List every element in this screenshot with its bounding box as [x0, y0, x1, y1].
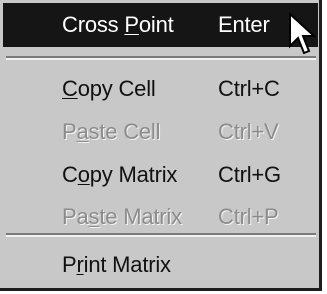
menu-item-label: Copy Matrix [62, 162, 178, 187]
mouse-pointer-arrow-icon [289, 12, 317, 55]
menu-item-label: Print Matrix [62, 252, 171, 277]
menu-item-label: Copy Cell [62, 76, 156, 101]
menu-item-shortcut: Ctrl+C [218, 76, 280, 101]
context-menu: Cross Point Enter Copy Cell Ctrl+C Paste… [0, 0, 322, 291]
menu-item-print-matrix[interactable]: Print Matrix [3, 243, 318, 287]
menu-item-label: Cross Point [62, 12, 174, 37]
menu-item-shortcut: Enter [218, 12, 270, 37]
menu-item-paste-cell: Paste Cell Ctrl+V [3, 110, 318, 154]
menu-separator [6, 56, 316, 60]
menu-item-copy-cell[interactable]: Copy Cell Ctrl+C [3, 67, 318, 111]
menu-item-cross-point[interactable]: Cross Point Enter [3, 3, 318, 47]
menu-item-shortcut: Ctrl+G [218, 162, 281, 187]
menu-item-label: Paste Cell [62, 119, 161, 144]
menu-separator [6, 233, 316, 237]
menu-item-copy-matrix[interactable]: Copy Matrix Ctrl+G [3, 153, 318, 197]
menu-item-shortcut: Ctrl+V [218, 119, 279, 144]
